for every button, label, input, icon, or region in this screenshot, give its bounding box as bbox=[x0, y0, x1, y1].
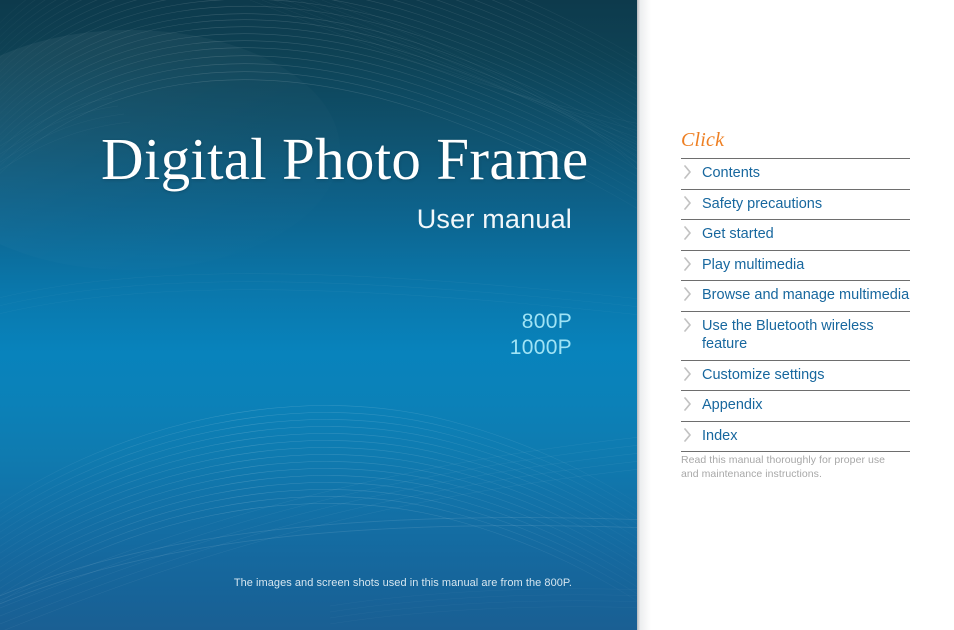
list-item: Customize settings bbox=[681, 361, 910, 391]
nav-heading: Click bbox=[681, 129, 725, 151]
nav-item-index[interactable]: Index bbox=[681, 422, 910, 452]
cover-footnote: The images and screen shots used in this… bbox=[233, 577, 572, 589]
model-secondary: 1000P bbox=[509, 336, 572, 359]
nav-item-customize-settings[interactable]: Customize settings bbox=[681, 361, 910, 391]
nav-item-label: Appendix bbox=[702, 397, 763, 413]
list-item: Use the Bluetooth wireless feature bbox=[681, 312, 910, 361]
nav-item-label: Use the Bluetooth wireless feature bbox=[702, 317, 874, 353]
nav-footnote: Read this manual thoroughly for proper u… bbox=[681, 454, 886, 480]
model-primary: 800P bbox=[521, 310, 572, 333]
chevron-right-icon bbox=[683, 427, 693, 442]
click-navigation-panel: Click Contents Safety precautions Get st… bbox=[681, 0, 910, 630]
list-item: Get started bbox=[681, 220, 910, 251]
nav-item-get-started[interactable]: Get started bbox=[681, 220, 910, 250]
chevron-right-icon bbox=[683, 165, 693, 179]
manual-cover-page: Digital Photo Frame User manual 800P 100… bbox=[0, 0, 954, 630]
cover-panel: Digital Photo Frame User manual 800P 100… bbox=[0, 0, 637, 630]
chevron-right-icon bbox=[683, 226, 693, 240]
nav-item-use-the-bluetooth-wireless-feature[interactable]: Use the Bluetooth wireless feature bbox=[681, 312, 910, 360]
list-item: Safety precautions bbox=[681, 190, 910, 220]
nav-item-browse-and-manage-multimedia[interactable]: Browse and manage multimedia bbox=[681, 281, 910, 311]
list-item: Contents bbox=[681, 159, 910, 190]
nav-item-label: Contents bbox=[702, 165, 761, 181]
nav-item-label: Index bbox=[702, 427, 738, 444]
cover-edge-shadow bbox=[637, 0, 651, 630]
nav-item-label: Browse and manage multimedia bbox=[702, 287, 910, 303]
list-item: Browse and manage multimedia bbox=[681, 281, 910, 312]
nav-item-label: Get started bbox=[702, 226, 774, 242]
page-subtitle: User manual bbox=[416, 204, 572, 234]
page-title: Digital Photo Frame bbox=[101, 126, 589, 192]
chevron-right-icon bbox=[683, 195, 693, 210]
nav-item-appendix[interactable]: Appendix bbox=[681, 391, 910, 421]
list-item: Appendix bbox=[681, 391, 910, 422]
chevron-right-icon bbox=[683, 287, 693, 301]
model-numbers: 800P 1000P bbox=[0, 309, 572, 361]
nav-item-label: Safety precautions bbox=[702, 195, 823, 212]
chevron-right-icon bbox=[683, 366, 693, 381]
list-item: Index bbox=[681, 422, 910, 452]
cover-text-block: Digital Photo Frame User manual 800P 100… bbox=[0, 0, 637, 630]
list-item: Play multimedia bbox=[681, 251, 910, 281]
nav-item-contents[interactable]: Contents bbox=[681, 159, 910, 189]
chevron-right-icon bbox=[683, 256, 693, 271]
nav-item-play-multimedia[interactable]: Play multimedia bbox=[681, 251, 910, 281]
nav-item-safety-precautions[interactable]: Safety precautions bbox=[681, 190, 910, 220]
chevron-right-icon bbox=[683, 397, 693, 411]
nav-item-label: Play multimedia bbox=[702, 256, 805, 273]
nav-item-label: Customize settings bbox=[702, 366, 825, 383]
nav-list: Contents Safety precautions Get started bbox=[681, 158, 910, 452]
chevron-right-icon bbox=[683, 317, 693, 332]
